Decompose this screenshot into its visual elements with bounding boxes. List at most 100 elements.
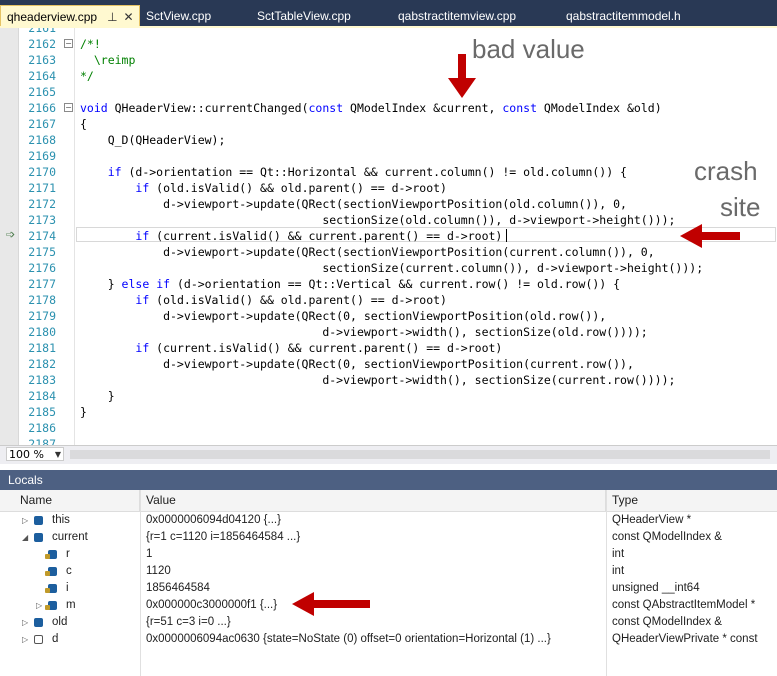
column-header-name[interactable]: Name	[0, 490, 140, 511]
locals-value[interactable]: 0x0000006094d04120 {...}	[146, 512, 602, 529]
expand-arrow-icon[interactable]: ▷	[22, 614, 28, 631]
line-number: 2169	[28, 149, 56, 163]
locals-row[interactable]: ▷ this 0x0000006094d04120 {...} QHeaderView…	[0, 512, 777, 529]
tab-label: SctTableView.cpp	[257, 9, 351, 23]
code-line[interactable]: void QHeaderView::currentChanged(const Q…	[80, 101, 662, 115]
line-number: 2186	[28, 421, 56, 435]
locals-row[interactable]: ▷ d 0x0000006094ac0630 {state=NoState (0) …	[0, 631, 777, 648]
locals-value[interactable]: 1120	[146, 563, 602, 580]
locals-type: const QModelIndex &	[612, 531, 722, 543]
code-line[interactable]: if (current.isValid() && current.parent(…	[80, 229, 502, 243]
locals-window-title: Locals	[0, 470, 777, 490]
code-line[interactable]: */	[80, 69, 94, 83]
code-line[interactable]: if (d->orientation == Qt::Horizontal && …	[80, 165, 627, 179]
horizontal-scrollbar[interactable]	[70, 450, 770, 459]
line-number: 2184	[28, 389, 56, 403]
struct-icon	[34, 635, 43, 644]
code-line[interactable]: if (old.isValid() && old.parent() == d->…	[80, 181, 447, 195]
code-line[interactable]: Q_D(QHeaderView);	[80, 133, 226, 147]
code-line[interactable]: d->viewport->update(QRect(0, sectionView…	[80, 309, 606, 323]
code-line[interactable]: d->viewport->width(), sectionSize(old.ro…	[80, 325, 647, 339]
locals-name: current	[52, 531, 88, 543]
code-line[interactable]: d->viewport->update(QRect(sectionViewpor…	[80, 245, 655, 259]
collapse-arrow-icon[interactable]: ◢	[22, 529, 28, 546]
red-down-arrow	[448, 54, 476, 98]
variable-icon	[34, 618, 43, 627]
tab-scttableview-cpp[interactable]: SctTableView.cpp	[257, 5, 351, 27]
locals-row[interactable]: ◢ current {r=1 c=1120 i=1856464584 ...} con…	[0, 529, 777, 546]
tab-label: qabstractitemmodel.h	[566, 9, 681, 23]
code-text[interactable]: /*! \reimp*/void QHeaderView::currentCha…	[80, 28, 777, 445]
code-line[interactable]: }	[80, 389, 115, 403]
code-line[interactable]: }	[80, 405, 87, 419]
editor-status-bar: 100 % ▼	[0, 445, 777, 464]
locals-name: i	[66, 582, 69, 594]
red-left-arrow	[292, 592, 370, 616]
line-number: 2167	[28, 117, 56, 131]
private-field-icon	[45, 584, 57, 593]
locals-value[interactable]: 1	[146, 546, 602, 563]
line-number: 2174	[28, 229, 56, 243]
tab-sctview-cpp[interactable]: SctView.cpp	[146, 5, 211, 27]
locals-row[interactable]: ▷ m 0x000000c3000000f1 {...} const QAbstrac…	[0, 597, 777, 614]
code-line[interactable]: \reimp	[80, 53, 136, 67]
outlining-margin: − −	[62, 28, 75, 445]
tab-qabstractitemmodel-h[interactable]: qabstractitemmodel.h	[566, 5, 681, 27]
line-number: 2178	[28, 293, 56, 307]
locals-type: int	[612, 565, 625, 577]
locals-type: int	[612, 548, 625, 560]
annotation-crash: crash	[694, 156, 758, 186]
collapse-icon[interactable]: −	[64, 39, 73, 48]
line-number: 2183	[28, 373, 56, 387]
zoom-level: 100 %	[9, 448, 44, 461]
code-line[interactable]: d->viewport->width(), sectionSize(curren…	[80, 373, 675, 387]
code-line[interactable]: if (old.isValid() && old.parent() == d->…	[80, 293, 447, 307]
code-line[interactable]: sectionSize(old.column()), d->viewport->…	[80, 213, 675, 227]
expand-arrow-icon[interactable]: ▷	[22, 631, 28, 648]
locals-value[interactable]: 0x000000c3000000f1 {...}	[146, 597, 602, 614]
code-editor[interactable]: ➩ 2161 2162 2163 2164 2165 2166 2167 2168 2169 21…	[0, 28, 777, 445]
code-line[interactable]: /*!	[80, 37, 101, 51]
collapse-icon[interactable]: −	[64, 103, 73, 112]
locals-type: const QModelIndex &	[612, 616, 722, 628]
locals-row[interactable]: c 1120 int	[0, 563, 777, 580]
locals-type: unsigned __int64	[612, 582, 700, 594]
line-number: 2161	[28, 28, 56, 35]
expand-arrow-icon[interactable]: ▷	[22, 512, 28, 529]
expand-arrow-icon[interactable]: ▷	[36, 597, 42, 614]
code-line[interactable]: d->viewport->update(QRect(sectionViewpor…	[80, 197, 627, 211]
document-tab-bar: qheaderview.cpp ⊥ ✕ SctView.cpp SctTableVi…	[0, 0, 777, 28]
close-icon[interactable]: ✕	[124, 6, 134, 28]
tab-label: qheaderview.cpp	[7, 10, 98, 24]
column-header-value[interactable]: Value	[140, 490, 606, 511]
code-line[interactable]: {	[80, 117, 87, 131]
column-divider	[140, 490, 141, 676]
tab-qabstractitemview-cpp[interactable]: qabstractitemview.cpp	[398, 5, 516, 27]
column-header-type[interactable]: Type	[606, 490, 777, 511]
private-field-icon	[45, 550, 57, 559]
locals-value[interactable]: {r=1 c=1120 i=1856464584 ...}	[146, 529, 602, 546]
tab-qheaderview-cpp[interactable]: qheaderview.cpp ⊥ ✕	[0, 5, 140, 27]
line-number: 2185	[28, 405, 56, 419]
locals-type: QHeaderViewPrivate * const	[612, 633, 758, 645]
locals-row[interactable]: i 1856464584 unsigned __int64	[0, 580, 777, 597]
locals-value[interactable]: 0x0000006094ac0630 {state=NoState (0) of…	[146, 631, 602, 648]
code-line[interactable]: sectionSize(current.column()), d->viewpo…	[80, 261, 703, 275]
column-divider	[606, 490, 607, 676]
locals-row[interactable]: ▷ old {r=51 c=3 i=0 ...} const QModelIndex …	[0, 614, 777, 631]
pin-icon[interactable]: ⊥	[107, 6, 117, 28]
line-number: 2166	[28, 101, 56, 115]
zoom-dropdown[interactable]: 100 % ▼	[6, 447, 64, 461]
line-number: 2168	[28, 133, 56, 147]
locals-row[interactable]: r 1 int	[0, 546, 777, 563]
locals-value[interactable]: 1856464584	[146, 580, 602, 597]
variable-icon	[34, 516, 43, 525]
annotation-bad-value: bad value	[472, 34, 585, 64]
code-line[interactable]: if (current.isValid() && current.parent(…	[80, 341, 502, 355]
code-line[interactable]: d->viewport->update(QRect(0, sectionView…	[80, 357, 634, 371]
line-number: 2173	[28, 213, 56, 227]
locals-value[interactable]: {r=51 c=3 i=0 ...}	[146, 614, 602, 631]
code-line[interactable]: } else if (d->orientation == Qt::Vertica…	[80, 277, 620, 291]
locals-window: Name Value Type ▷ this 0x0000006094d04120 …	[0, 490, 777, 676]
line-number: 2180	[28, 325, 56, 339]
